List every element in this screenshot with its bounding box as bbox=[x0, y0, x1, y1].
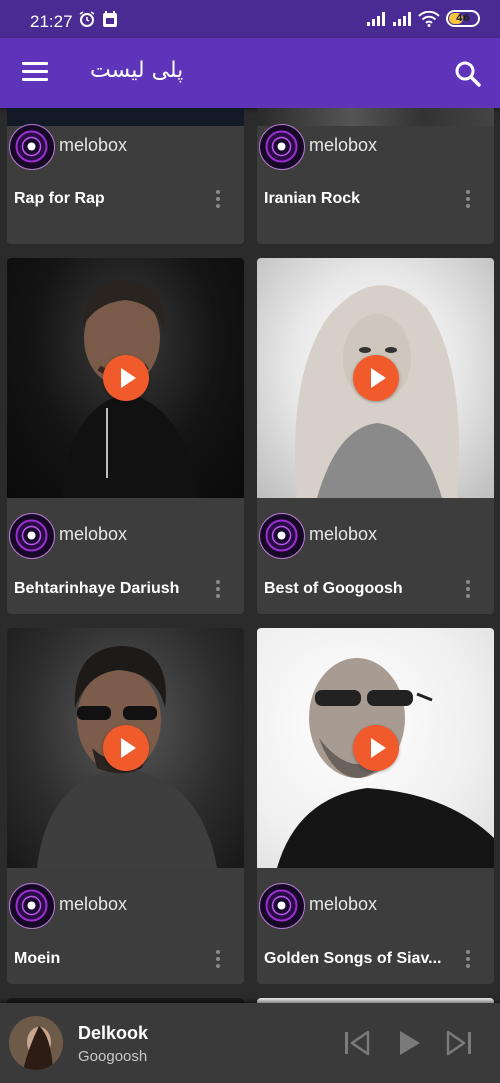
channel-name: melobox bbox=[59, 524, 128, 544]
more-vert-icon[interactable] bbox=[460, 948, 476, 970]
channel-row[interactable]: melobox bbox=[257, 122, 494, 172]
channel-row[interactable]: melobox bbox=[257, 511, 494, 561]
playlist-cover bbox=[257, 628, 494, 868]
play-icon[interactable] bbox=[102, 725, 149, 771]
avatar bbox=[259, 513, 305, 559]
channel-row[interactable]: melobox bbox=[7, 881, 244, 931]
channel-row[interactable]: melobox bbox=[7, 122, 244, 172]
signal-icon bbox=[367, 11, 385, 26]
alarm-icon bbox=[79, 11, 95, 27]
playlist-title: Rap for Rap bbox=[14, 190, 105, 207]
avatar bbox=[259, 883, 305, 929]
signal-icon bbox=[393, 11, 411, 26]
more-vert-icon[interactable] bbox=[460, 578, 476, 600]
avatar bbox=[9, 513, 55, 559]
play-icon[interactable] bbox=[352, 725, 399, 771]
playlist-title: Moein bbox=[14, 950, 61, 967]
now-playing-artist: Googoosh bbox=[78, 1048, 148, 1065]
avatar bbox=[9, 883, 55, 929]
channel-name: melobox bbox=[309, 894, 378, 914]
playlist-title: Best of Googoosh bbox=[264, 580, 403, 597]
skip-previous-icon[interactable] bbox=[342, 1027, 372, 1059]
app-bar: پلی لیست bbox=[0, 38, 500, 108]
avatar bbox=[9, 124, 55, 170]
status-left-icons bbox=[78, 10, 118, 28]
more-vert-icon[interactable] bbox=[210, 578, 226, 600]
battery-icon: 46 bbox=[446, 10, 480, 27]
page-title: پلی لیست bbox=[90, 58, 184, 83]
channel-name: melobox bbox=[309, 524, 378, 544]
battery-level: 46 bbox=[456, 13, 470, 24]
playlist-card[interactable]: melobox Behtarinhaye Dariush bbox=[7, 258, 244, 614]
channel-name: melobox bbox=[59, 135, 128, 155]
playlist-card[interactable]: melobox Golden Songs of Siav... bbox=[257, 628, 494, 984]
channel-row[interactable]: melobox bbox=[257, 881, 494, 931]
status-time: 21:27 bbox=[30, 12, 73, 31]
channel-name: melobox bbox=[59, 894, 128, 914]
playlist-card[interactable]: melobox Moein bbox=[7, 628, 244, 984]
channel-row[interactable]: melobox bbox=[7, 511, 244, 561]
skip-next-icon[interactable] bbox=[444, 1027, 474, 1059]
playlist-grid: melobox Rap for Rap melobox Iranian Rock bbox=[0, 108, 500, 1003]
playlist-cover bbox=[7, 258, 244, 498]
playlist-card[interactable]: melobox Best of Googoosh bbox=[257, 258, 494, 614]
playlist-title: Behtarinhaye Dariush bbox=[14, 580, 180, 597]
playlist-cover bbox=[257, 258, 494, 498]
menu-icon[interactable] bbox=[22, 62, 48, 82]
playlist-title: Iranian Rock bbox=[264, 190, 361, 207]
more-vert-icon[interactable] bbox=[210, 948, 226, 970]
search-icon[interactable] bbox=[454, 60, 482, 88]
more-vert-icon[interactable] bbox=[210, 188, 226, 210]
channel-name: melobox bbox=[309, 135, 378, 155]
playlist-title: Golden Songs of Siav... bbox=[264, 950, 442, 967]
more-vert-icon[interactable] bbox=[460, 188, 476, 210]
now-playing-title: Delkook bbox=[78, 1023, 149, 1043]
wifi-icon bbox=[418, 10, 440, 27]
play-icon[interactable] bbox=[394, 1027, 424, 1059]
play-icon[interactable] bbox=[352, 355, 399, 401]
playlist-cover bbox=[7, 628, 244, 868]
mini-player[interactable]: Delkook Googoosh bbox=[0, 1003, 500, 1083]
status-right-icons: 46 bbox=[366, 10, 480, 27]
calendar-icon bbox=[103, 11, 117, 27]
avatar bbox=[259, 124, 305, 170]
status-bar: 21:27 46 bbox=[0, 0, 500, 38]
now-playing-cover bbox=[9, 1016, 63, 1070]
playlist-card[interactable]: melobox Rap for Rap bbox=[7, 108, 244, 244]
playlist-card[interactable]: melobox Iranian Rock bbox=[257, 108, 494, 244]
play-icon[interactable] bbox=[102, 355, 149, 401]
